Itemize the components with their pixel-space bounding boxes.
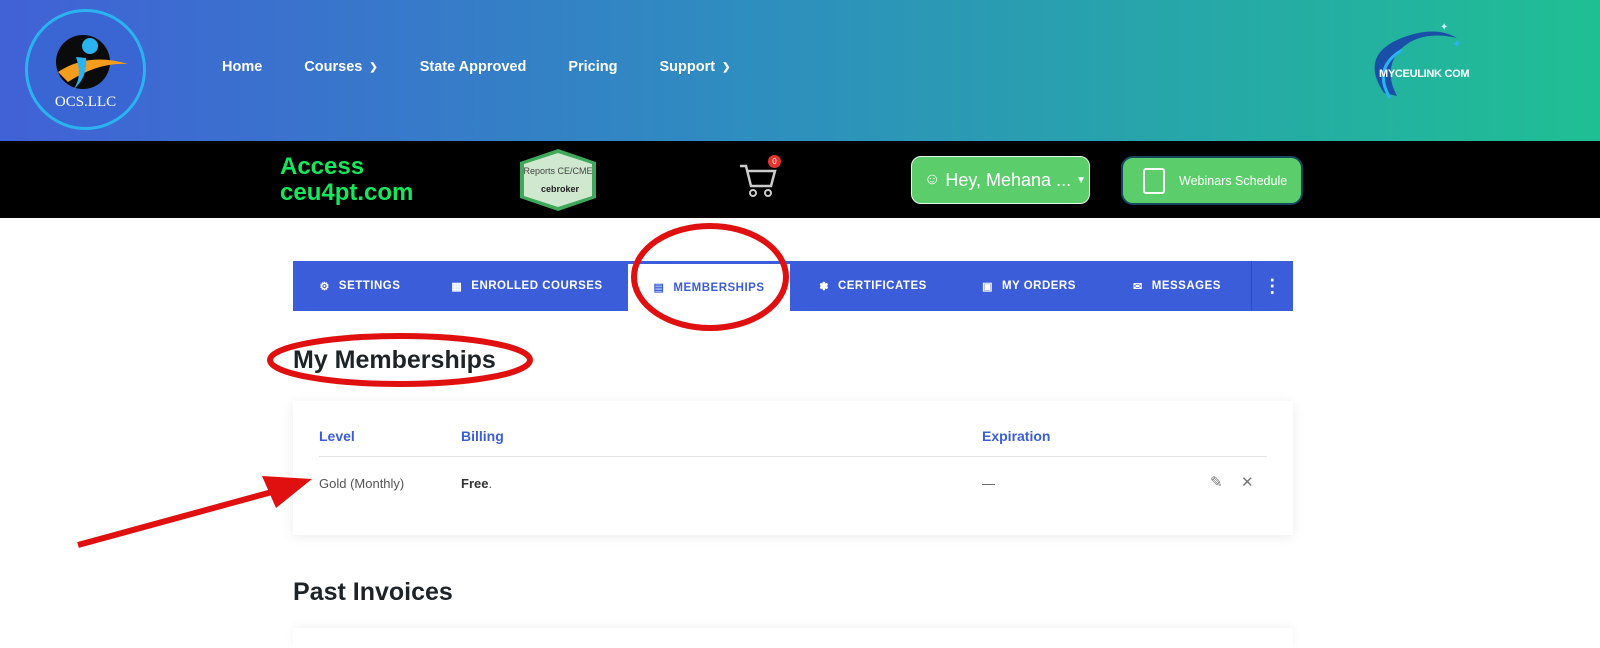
kebab-menu-icon: ⋮ — [1263, 275, 1282, 296]
nav-state-approved[interactable]: State Approved — [420, 59, 527, 75]
nav-support[interactable]: Support ❯ — [660, 59, 731, 75]
annotation-arrow-shaft — [77, 489, 273, 548]
close-icon[interactable]: ✕ — [1241, 473, 1254, 491]
chevron-down-icon: ❯ — [722, 61, 731, 73]
tablet-icon — [1143, 167, 1165, 194]
tab-my-orders[interactable]: ▣ MY ORDERS — [955, 261, 1103, 311]
brand-logo[interactable]: ✦ ✦ MYCEULINK COM — [1362, 18, 1482, 108]
tab-my-orders-label: MY ORDERS — [1001, 280, 1076, 292]
user-greeting: Hey, Mehana ... — [945, 169, 1072, 190]
tab-memberships[interactable]: ▤ MEMBERSHIPS — [627, 261, 791, 311]
cebroker-badge: Reports CE/CME cebroker — [520, 149, 596, 211]
nav-pricing[interactable]: Pricing — [568, 59, 617, 75]
past-invoices-title: Past Invoices — [293, 578, 453, 606]
nav-support-label: Support — [659, 59, 716, 75]
svg-text:✦: ✦ — [1452, 37, 1462, 51]
tab-settings[interactable]: ⚙ SETTINGS — [293, 261, 427, 311]
chevron-down-icon: ❯ — [369, 61, 378, 73]
svg-text:✦: ✦ — [1440, 22, 1448, 33]
tab-enrolled-courses[interactable]: ▦ ENROLLED COURSES — [427, 261, 627, 311]
nav-pricing-label: Pricing — [568, 59, 618, 75]
membership-expiration: — — [982, 476, 995, 491]
id-card-icon: ▤ — [653, 282, 665, 294]
basket-icon: ▣ — [982, 280, 993, 293]
column-header-expiration: Expiration — [982, 428, 1051, 444]
tab-memberships-label: MEMBERSHIPS — [673, 281, 765, 294]
column-header-level: Level — [319, 428, 355, 444]
membership-level: Gold (Monthly) — [319, 476, 405, 491]
nav-state-approved-label: State Approved — [419, 59, 527, 75]
billing-value: Free — [461, 476, 489, 491]
book-icon: ▦ — [451, 280, 463, 293]
medal-icon: ✽ — [819, 280, 829, 293]
more-options-button[interactable]: ⋮ — [1251, 261, 1293, 311]
user-menu-button[interactable]: ☺ Hey, Mehana ... ▼ — [911, 156, 1090, 204]
promo-bar: Access ceu4pt.com Reports CE/CME cebroke… — [0, 141, 1600, 218]
access-link[interactable]: Access ceu4pt.com — [280, 154, 413, 206]
tab-certificates-label: CERTIFICATES — [837, 280, 927, 292]
membership-billing: Free. — [461, 476, 492, 491]
column-header-billing: Billing — [461, 428, 504, 444]
webinars-label: Webinars Schedule — [1179, 173, 1288, 188]
past-invoices-card — [293, 628, 1293, 648]
brand-swoosh-icon: ✦ ✦ — [1374, 22, 1462, 99]
envelope-icon: ✉ — [1133, 280, 1143, 293]
cart-count-badge: 0 — [768, 155, 781, 168]
webinars-schedule-button[interactable]: Webinars Schedule — [1121, 156, 1303, 205]
gear-icon: ⚙ — [319, 280, 330, 293]
nav-home-label: Home — [222, 59, 263, 75]
tab-settings-label: SETTINGS — [338, 280, 401, 292]
header-divider — [319, 456, 1267, 457]
site-header: OCS.LLC Home Courses ❯ State Approved Pri… — [0, 0, 1600, 141]
tab-messages-label: MESSAGES — [1151, 280, 1221, 292]
nav-home[interactable]: Home — [222, 59, 262, 75]
tab-enrolled-courses-label: ENROLLED COURSES — [471, 280, 603, 292]
badge-text: Reports CE/CME — [523, 166, 592, 176]
caret-down-icon: ▼ — [1076, 174, 1086, 186]
brand-text: MYCEULINK COM — [1379, 68, 1470, 80]
memberships-table: Level Billing Expiration Gold (Monthly) … — [293, 401, 1293, 535]
badge-brand: cebroker — [541, 184, 580, 194]
nav-courses[interactable]: Courses ❯ — [304, 59, 377, 75]
memberships-title: My Memberships — [293, 346, 496, 374]
user-icon: ☺ — [924, 171, 941, 188]
billing-suffix: . — [488, 476, 493, 491]
tab-messages[interactable]: ✉ MESSAGES — [1103, 261, 1251, 311]
logo-text: OCS.LLC — [54, 94, 117, 110]
edit-icon[interactable]: ✎ — [1210, 473, 1223, 491]
tab-certificates[interactable]: ✽ CERTIFICATES — [791, 261, 955, 311]
nav-courses-label: Courses — [304, 59, 363, 75]
main-nav: Home Courses ❯ State Approved Pricing Sup… — [222, 59, 772, 75]
access-line2: ceu4pt.com — [280, 179, 414, 206]
account-tabs: ⚙ SETTINGS ▦ ENROLLED COURSES ▤ MEMBERSHIPS… — [293, 261, 1293, 311]
site-logo[interactable]: OCS.LLC — [25, 9, 146, 130]
access-line1: Access — [280, 153, 365, 180]
